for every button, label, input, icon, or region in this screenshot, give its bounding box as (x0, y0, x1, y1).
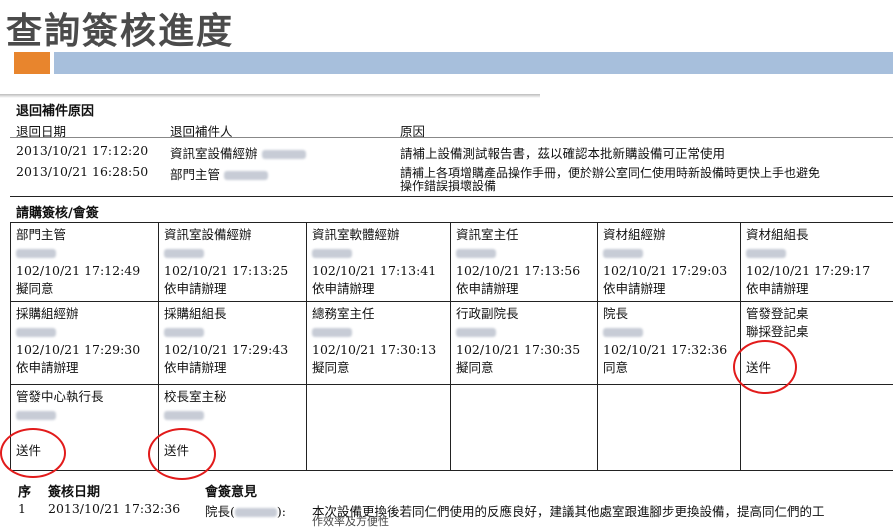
signer-role: 院長 (603, 306, 629, 321)
signer-name-redacted (164, 323, 288, 341)
sign-cell: 資訊室軟體經辦 102/10/21 17:13:41 依申請辦理 (312, 226, 436, 298)
signer-role: 採購組組長 (164, 306, 227, 321)
signer-role: 行政副院長 (456, 306, 519, 321)
sign-cell: 資材組組長 102/10/21 17:29:17 依申請辦理 (746, 226, 870, 298)
screenshot-shadow (0, 94, 540, 98)
sign-time: 102/10/21 17:29:30 (16, 342, 141, 357)
signer-role: 採購組經辦 (16, 306, 79, 321)
col-header-opinion: 會簽意見 (205, 485, 258, 500)
sign-cell: 資訊室主任 102/10/21 17:13:56 依申請辦理 (456, 226, 580, 298)
grid-line (597, 222, 598, 470)
sign-cell: 總務室主任 102/10/21 17:30:13 擬同意 (312, 305, 436, 377)
signer-role: 資材組經辦 (603, 227, 666, 242)
sign-time: 102/10/21 17:29:43 (164, 342, 289, 357)
signer-name-redacted (456, 323, 580, 341)
grid-line (10, 301, 893, 302)
sign-result: 擬同意 (456, 360, 494, 375)
sign-time: 102/10/21 17:13:56 (456, 263, 581, 278)
sign-time: 102/10/21 17:29:17 (746, 263, 871, 278)
return-date: 2013/10/21 17:12:20 (16, 143, 149, 158)
signer-role: 資材組組長 (746, 227, 809, 242)
col-header-seq: 序 (18, 485, 32, 500)
signer-name-redacted (16, 244, 140, 262)
grid-line (10, 470, 893, 471)
signer-role: 總務室主任 (312, 306, 375, 321)
sign-time: 102/10/21 17:12:49 (16, 263, 141, 278)
return-date: 2013/10/21 16:28:50 (16, 164, 149, 179)
sign-time: 102/10/21 17:29:03 (603, 263, 728, 278)
return-reason: 請補上設備測試報告書，茲以確認本批新購設備可正常使用 (400, 146, 726, 161)
signer-role: 部門主管 (16, 227, 67, 242)
sign-cell: 採購組組長 102/10/21 17:29:43 依申請辦理 (164, 305, 288, 377)
grid-line (158, 222, 159, 470)
sign-result: 依申請辦理 (456, 281, 519, 296)
sign-result: 依申請辦理 (746, 281, 809, 296)
signer-name-redacted (746, 244, 870, 262)
signer-name-redacted (603, 323, 727, 341)
sign-cell: 部門主管 102/10/21 17:12:49 擬同意 (16, 226, 140, 298)
signer-name-redacted (164, 406, 227, 424)
sign-cell: 行政副院長 102/10/21 17:30:35 擬同意 (456, 305, 580, 377)
grid-line (740, 222, 741, 470)
highlight-circle (148, 428, 216, 480)
signer-role: 聯採登記桌 (746, 324, 809, 339)
sign-result: 依申請辦理 (164, 281, 227, 296)
sign-time: 102/10/21 17:13:41 (312, 263, 437, 278)
col-header-sign-date: 簽核日期 (48, 485, 101, 500)
grid-line (450, 222, 451, 470)
sign-cell: 資材組經辦 102/10/21 17:29:03 依申請辦理 (603, 226, 727, 298)
signer-role: 資訊室設備經辦 (164, 227, 252, 242)
highlight-circle (0, 428, 66, 478)
opinion-signer: 院長(): (205, 504, 286, 519)
grid-line (10, 222, 893, 223)
signer-name-redacted (16, 406, 104, 424)
sign-result: 擬同意 (312, 360, 350, 375)
signer-name-redacted (164, 244, 288, 262)
grid-line (10, 222, 11, 470)
signer-name-redacted (312, 244, 436, 262)
sign-result: 依申請辦理 (312, 281, 375, 296)
signer-role: 管發中心執行長 (16, 389, 104, 404)
sign-cell: 院長 102/10/21 17:32:36 同意 (603, 305, 727, 377)
sign-time: 102/10/21 17:30:35 (456, 342, 581, 357)
sign-heading: 請購簽核/會簽 (16, 206, 99, 221)
sign-time: 102/10/21 17:13:25 (164, 263, 289, 278)
return-person: 部門主管 (170, 164, 268, 183)
sign-time: 102/10/21 17:32:36 (603, 342, 728, 357)
opinion-date: 2013/10/21 17:32:36 (48, 501, 181, 516)
sign-result: 同意 (603, 360, 629, 375)
sign-result: 依申請辦理 (603, 281, 666, 296)
sign-result: 擬同意 (16, 281, 54, 296)
sign-time: 102/10/21 17:30:13 (312, 342, 437, 357)
signer-role: 資訊室主任 (456, 227, 519, 242)
signer-name-redacted (312, 323, 436, 341)
return-heading: 退回補件原因 (16, 104, 95, 119)
page-title: 查詢簽核進度 (6, 11, 235, 52)
sign-cell: 採購組經辦 102/10/21 17:29:30 依申請辦理 (16, 305, 140, 377)
signer-name-redacted (16, 323, 140, 341)
banner-bar (54, 52, 893, 74)
sign-cell: 資訊室設備經辦 102/10/21 17:13:25 依申請辦理 (164, 226, 288, 298)
highlight-circle (733, 340, 797, 394)
opinion-seq: 1 (18, 501, 26, 516)
sign-result: 依申請辦理 (16, 360, 79, 375)
sign-result: 依申請辦理 (164, 360, 227, 375)
signer-role: 校長室主秘 (164, 389, 227, 404)
signer-name-redacted (603, 244, 727, 262)
signer-role: 資訊室軟體經辦 (312, 227, 400, 242)
signer-name-redacted (456, 244, 580, 262)
return-reason-cont: 操作錯誤損壞設備 (400, 179, 497, 193)
return-person: 資訊室設備經辦 (170, 143, 306, 162)
accent-bar (14, 52, 50, 74)
opinion-text-cont: 作效率及方便性 (312, 515, 389, 528)
signer-role: 管發登記桌 (746, 306, 809, 321)
grid-line (306, 222, 307, 470)
